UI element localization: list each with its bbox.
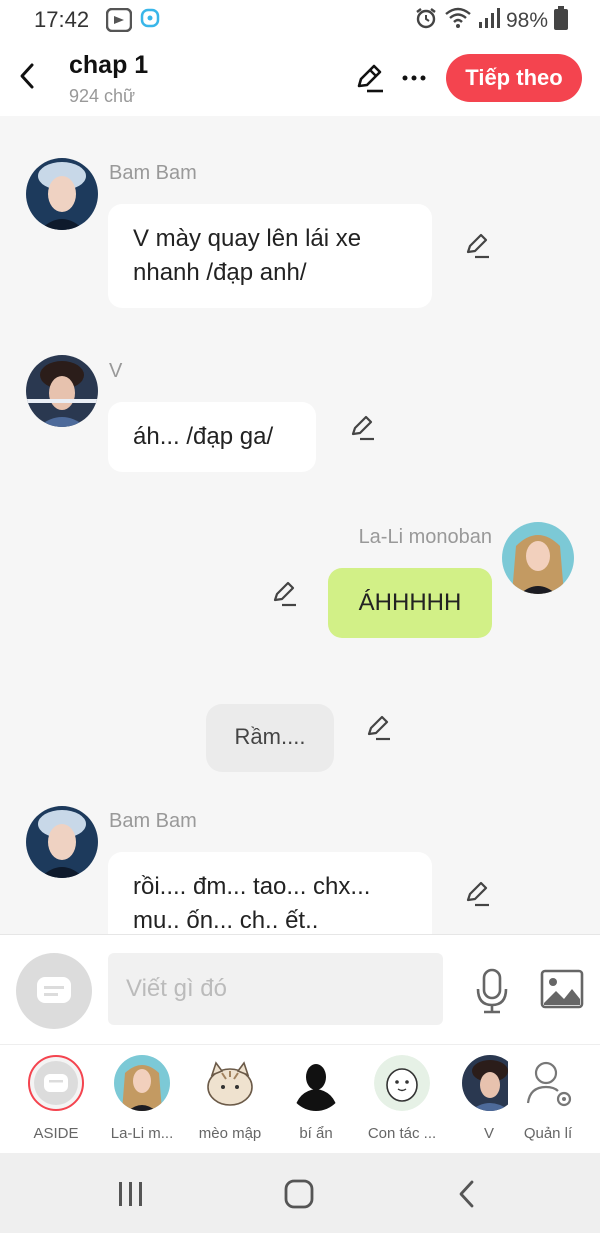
pencil-icon [357,64,383,93]
character-label: V [483,1125,494,1142]
character-meo-map[interactable]: mèo mập [190,1055,270,1142]
avatar-lali[interactable] [502,522,574,594]
avatar-v[interactable] [26,355,98,427]
aside-toggle-button[interactable] [16,953,92,1029]
chat-area[interactable]: Bam Bam V mày quay lên lái xe nhanh /đạp… [0,116,600,934]
word-count: 924 chữ [69,86,136,106]
battery-icon [554,6,568,36]
character-label: mèo mập [198,1125,262,1142]
chat-bubble-icon [37,977,71,1003]
system-navigation-bar [0,1153,600,1233]
edit-message-button[interactable] [364,714,392,742]
character-aside[interactable]: ASIDE [16,1055,96,1142]
character-label: Con tác ... [367,1125,437,1142]
pencil-icon [273,581,296,607]
status-time: 17:42 [34,7,90,32]
status-bar: 17:42 98% [0,0,600,40]
messenger-app-icon [140,8,160,35]
sender-name: Bam Bam [109,162,197,184]
edit-message-button[interactable] [463,880,491,908]
character-label: ASIDE [33,1125,79,1142]
avatar-bambam[interactable] [26,806,98,878]
next-button[interactable]: Tiếp theo [446,54,582,102]
recent-apps-icon [119,1182,142,1206]
chapter-header: chap 1 924 chữ Tiếp theo [0,40,600,116]
chat-bubble-icon [34,1061,78,1105]
battery-text: 98% [505,9,548,32]
message-bubble[interactable]: rồi.... đm... tao... chx... mu.. ốn... c… [108,852,432,934]
image-button[interactable] [540,969,584,1009]
pencil-icon [466,881,489,907]
character-bar: ASIDE La-Li m... mèo mập bí ẩn Con tác .… [0,1044,600,1153]
video-app-icon [105,7,133,37]
system-back-button[interactable] [452,1179,482,1214]
character-lali[interactable]: La-Li m... [102,1055,182,1142]
chevron-left-icon [459,1180,474,1208]
manage-characters-button[interactable]: Quản lí [508,1055,588,1142]
microphone-button[interactable] [472,967,512,1015]
sender-name: V [109,360,123,382]
user-settings-icon [520,1055,576,1111]
wifi-icon [444,6,472,36]
more-options-button[interactable] [400,64,428,92]
home-icon [284,1179,314,1209]
avatar [288,1055,344,1111]
sender-name: La-Li monoban [358,526,492,548]
character-bi-an[interactable]: bí ẩn [276,1055,356,1142]
edit-chapter-button[interactable] [353,62,385,94]
chevron-left-icon [20,63,34,89]
avatar [374,1055,430,1111]
alarm-icon [414,6,438,36]
chapter-title: chap 1 [69,51,149,79]
character-label: bí ẩn [299,1125,333,1142]
sender-name: Bam Bam [109,810,197,832]
character-label: Quản lí [523,1125,573,1142]
image-icon [540,969,584,1009]
edit-message-button[interactable] [463,232,491,260]
message-input[interactable] [108,953,443,1025]
avatar-bambam[interactable] [26,158,98,230]
composer-bar [0,934,600,1045]
pencil-icon [367,715,390,741]
avatar [114,1055,170,1111]
edit-message-button[interactable] [348,414,376,442]
microphone-icon [476,968,508,1014]
edit-message-button[interactable] [270,580,298,608]
message-bubble[interactable]: áh... /đạp ga/ [108,402,316,472]
signal-icon [478,7,500,35]
character-con-tac[interactable]: Con tác ... [362,1055,442,1142]
aside-message[interactable]: Rầm.... [206,704,334,772]
home-button[interactable] [283,1179,315,1214]
recent-apps-button[interactable] [116,1179,146,1214]
avatar [202,1055,258,1111]
message-bubble[interactable]: ÁHHHHH [328,568,492,638]
message-bubble[interactable]: V mày quay lên lái xe nhanh /đạp anh/ [108,204,432,308]
pencil-icon [351,415,374,441]
back-button[interactable] [14,58,40,94]
more-horizontal-icon [402,75,426,81]
pencil-icon [466,233,489,259]
character-label: La-Li m... [110,1125,174,1142]
